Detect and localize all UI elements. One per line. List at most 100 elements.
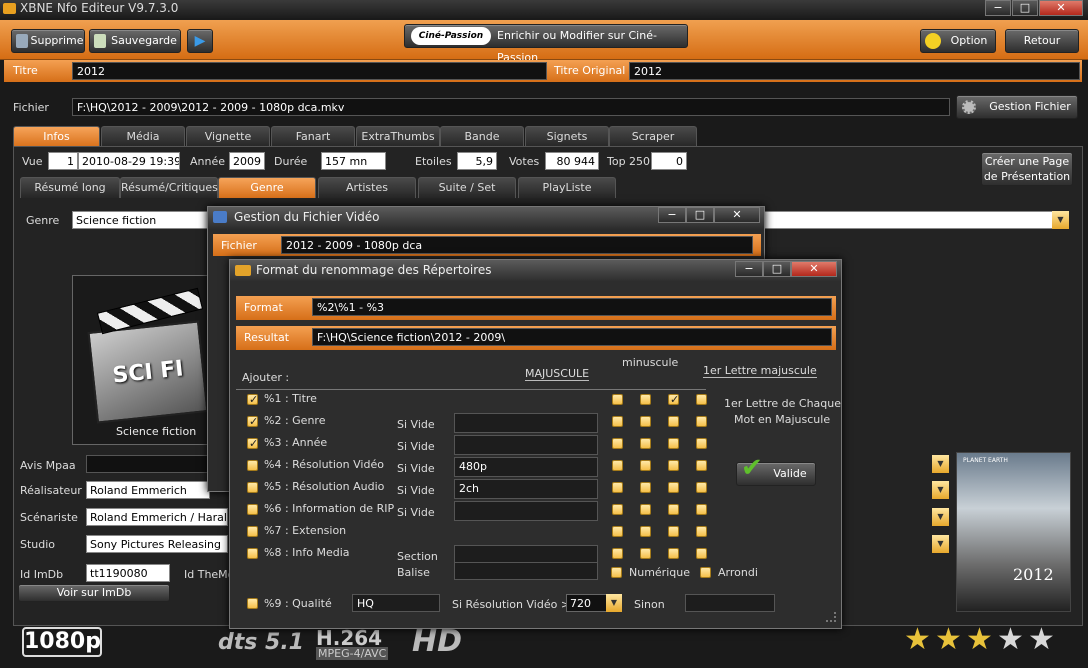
item-checkbox[interactable] — [247, 394, 258, 405]
case-option-checkbox[interactable] — [612, 416, 623, 427]
case-option-checkbox[interactable] — [668, 438, 679, 449]
genre-dropdown-icon[interactable]: ▼ — [1052, 211, 1069, 229]
resize-grip[interactable] — [826, 612, 836, 622]
case-option-checkbox[interactable] — [612, 460, 623, 471]
dialog1-minimize-button[interactable]: − — [658, 207, 686, 223]
dialog2-close-button[interactable]: ✕ — [791, 261, 837, 277]
titre-original-input[interactable]: 2012 — [629, 62, 1080, 80]
cine-passion-button[interactable]: Ciné-Passion Enrichir ou Modifier sur Ci… — [404, 24, 688, 64]
item-checkbox[interactable] — [247, 438, 258, 449]
case-option-checkbox[interactable] — [612, 548, 623, 559]
star-icon[interactable]: ★ — [997, 625, 1024, 655]
star-icon[interactable]: ★ — [966, 625, 993, 655]
case-option-checkbox[interactable] — [612, 504, 623, 515]
case-option-checkbox[interactable] — [640, 394, 651, 405]
item-checkbox[interactable] — [247, 460, 258, 471]
case-option-checkbox[interactable] — [640, 504, 651, 515]
tab-6[interactable]: Signets — [525, 126, 609, 147]
item-checkbox[interactable] — [247, 416, 258, 427]
tab-5[interactable]: Bande Annonce — [440, 126, 524, 163]
case-option-checkbox[interactable] — [668, 394, 679, 405]
case-option-checkbox[interactable] — [612, 438, 623, 449]
subtab-4[interactable]: Suite / Set — [418, 177, 516, 198]
dialog2-maximize-button[interactable]: □ — [763, 261, 791, 277]
case-option-checkbox[interactable] — [696, 482, 707, 493]
dialog1-fichier-input[interactable]: 2012 - 2009 - 1080p dca — [281, 236, 753, 254]
tab-1[interactable]: Média — [101, 126, 185, 147]
subtab-0[interactable]: Résumé long — [20, 177, 120, 198]
star-icon[interactable]: ★ — [935, 625, 962, 655]
dialog1-close-button[interactable]: ✕ — [714, 207, 760, 223]
subtab-3[interactable]: Artistes — [318, 177, 416, 198]
resultat-input[interactable]: F:\HQ\Science fiction\2012 - 2009\ — [312, 328, 832, 346]
case-option-checkbox[interactable] — [612, 482, 623, 493]
case-option-checkbox[interactable] — [696, 438, 707, 449]
case-option-checkbox[interactable] — [668, 416, 679, 427]
case-option-checkbox[interactable] — [640, 526, 651, 537]
delete-button[interactable]: Supprime — [11, 29, 85, 53]
gestion-fichier-button[interactable]: Gestion Fichier — [956, 95, 1078, 119]
option-button[interactable]: Option — [920, 29, 996, 53]
item-value-input[interactable] — [454, 435, 598, 455]
case-option-checkbox[interactable] — [696, 548, 707, 559]
tab-3[interactable]: Fanart — [271, 126, 355, 147]
qualite-checkbox[interactable] — [247, 598, 258, 609]
realisateur-input[interactable]: Roland Emmerich — [86, 481, 210, 499]
case-option-checkbox[interactable] — [640, 460, 651, 471]
item-checkbox[interactable] — [247, 482, 258, 493]
top250-input[interactable]: 0 — [651, 152, 687, 170]
date-input[interactable]: 2010-08-29 19:39 — [78, 152, 180, 170]
si-resolution-dropdown-icon[interactable]: ▼ — [606, 594, 622, 612]
star-icon[interactable]: ★ — [1028, 625, 1055, 655]
item-checkbox[interactable] — [247, 504, 258, 515]
sinon-input[interactable] — [685, 594, 775, 612]
scenariste-input[interactable]: Roland Emmerich / Harald Kl — [86, 508, 228, 526]
case-option-checkbox[interactable] — [640, 482, 651, 493]
subtab-1[interactable]: Résumé/Critiques — [120, 177, 218, 198]
minimize-button[interactable]: − — [985, 0, 1011, 16]
case-option-checkbox[interactable] — [696, 460, 707, 471]
tab-7[interactable]: Scraper — [609, 126, 697, 147]
item-value-input[interactable] — [454, 413, 598, 433]
vue-input[interactable]: 1 — [48, 152, 78, 170]
item-value-input[interactable]: 480p — [454, 457, 598, 477]
case-option-checkbox[interactable] — [668, 460, 679, 471]
back-button[interactable]: Retour — [1005, 29, 1079, 53]
case-option-checkbox[interactable] — [668, 548, 679, 559]
voir-imdb-button[interactable]: Voir sur ImDb — [18, 584, 170, 602]
titre-input[interactable]: 2012 — [72, 62, 547, 80]
item-checkbox[interactable] — [247, 526, 258, 537]
case-option-checkbox[interactable] — [668, 504, 679, 515]
subtab-5[interactable]: PlayListe — [518, 177, 616, 198]
scenariste-dropdown-icon[interactable]: ▼ — [932, 508, 949, 526]
arrondi-checkbox[interactable] — [700, 567, 711, 578]
case-option-checkbox[interactable] — [696, 526, 707, 537]
balise-input[interactable] — [454, 562, 598, 580]
qualite-input[interactable]: HQ — [352, 594, 440, 612]
dialog2-minimize-button[interactable]: − — [735, 261, 763, 277]
close-button[interactable]: ✕ — [1039, 0, 1083, 16]
valide-button[interactable]: ✔ Valide — [736, 455, 816, 486]
case-option-checkbox[interactable] — [668, 526, 679, 537]
realisateur-dropdown-icon[interactable]: ▼ — [932, 481, 949, 499]
maximize-button[interactable]: □ — [1012, 0, 1038, 16]
case-option-checkbox[interactable] — [696, 416, 707, 427]
duree-input[interactable]: 157 mn — [321, 152, 386, 170]
avis-dropdown-icon[interactable]: ▼ — [932, 455, 949, 473]
votes-input[interactable]: 80 944 — [545, 152, 599, 170]
fichier-input[interactable]: F:\HQ\2012 - 2009\2012 - 2009 - 1080p dc… — [72, 98, 950, 116]
subtab-2[interactable]: Genre — [218, 177, 316, 198]
item-value-input[interactable] — [454, 501, 598, 521]
studio-dropdown-icon[interactable]: ▼ — [932, 535, 949, 553]
item-checkbox[interactable] — [247, 548, 258, 559]
case-option-checkbox[interactable] — [640, 438, 651, 449]
case-option-checkbox[interactable] — [696, 504, 707, 515]
format-input[interactable]: %2\%1 - %3 — [312, 298, 832, 316]
save-button[interactable]: Sauvegarde — [89, 29, 181, 53]
tab-4[interactable]: ExtraThumbs — [356, 126, 440, 147]
case-option-checkbox[interactable] — [612, 394, 623, 405]
case-option-checkbox[interactable] — [612, 526, 623, 537]
studio-input[interactable]: Sony Pictures Releasing — [86, 535, 228, 553]
avis-input[interactable] — [86, 455, 210, 473]
star-icon[interactable]: ★ — [904, 625, 931, 655]
